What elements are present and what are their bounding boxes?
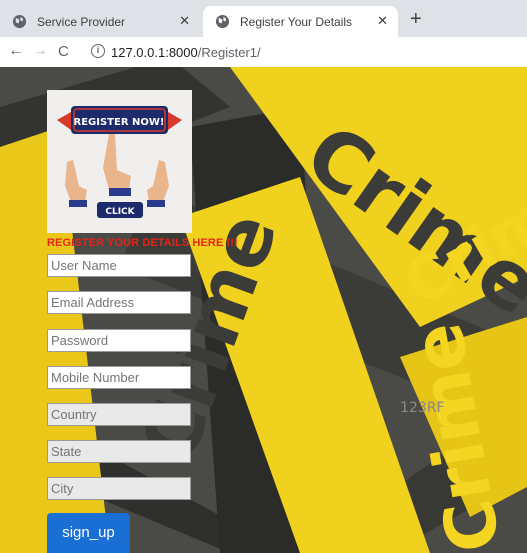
- new-tab-plus-icon[interactable]: +: [410, 9, 422, 29]
- globe-icon: [12, 14, 27, 29]
- address-bar[interactable]: 127.0.0.1:8000/Register1/: [111, 45, 261, 60]
- password-input[interactable]: [47, 329, 191, 352]
- sign-up-button[interactable]: sign_up: [47, 513, 130, 553]
- email-input[interactable]: [47, 291, 191, 314]
- tab-title: Service Provider: [37, 14, 126, 29]
- city-input[interactable]: [47, 477, 191, 500]
- tab-service-provider[interactable]: Service Provider ✕: [0, 6, 200, 37]
- mobile-number-input[interactable]: [47, 366, 191, 389]
- close-icon[interactable]: ✕: [179, 14, 190, 28]
- globe-icon: [215, 14, 230, 29]
- browser-toolbar: ← → C i 127.0.0.1:8000/Register1/: [0, 37, 527, 67]
- close-icon[interactable]: ✕: [377, 14, 388, 28]
- tab-register-details[interactable]: Register Your Details ✕: [203, 6, 398, 37]
- username-input[interactable]: [47, 254, 191, 277]
- country-input[interactable]: [47, 403, 191, 426]
- register-now-image: REGISTER NOW! CLICK: [47, 90, 192, 233]
- state-input[interactable]: [47, 440, 191, 463]
- register-heading: REGISTER YOUR DETAILS HERE !!!: [47, 237, 238, 249]
- url-path: /Register1/: [197, 45, 261, 60]
- info-icon[interactable]: i: [91, 44, 105, 58]
- tab-title: Register Your Details: [240, 14, 353, 29]
- svg-text:CLICK: CLICK: [105, 207, 135, 217]
- reload-icon[interactable]: C: [58, 43, 69, 61]
- watermark: 123RF: [400, 400, 445, 416]
- url-host: 127.0.0.1:8000: [111, 45, 198, 60]
- back-arrow-icon[interactable]: ←: [8, 42, 24, 60]
- forward-arrow-icon[interactable]: →: [32, 42, 48, 60]
- svg-text:REGISTER NOW!: REGISTER NOW!: [74, 117, 165, 128]
- page-viewport: Crime Crime Crime Crime 123RF REGISTER N…: [0, 67, 527, 553]
- tab-strip: Service Provider ✕ Register Your Details…: [0, 0, 527, 37]
